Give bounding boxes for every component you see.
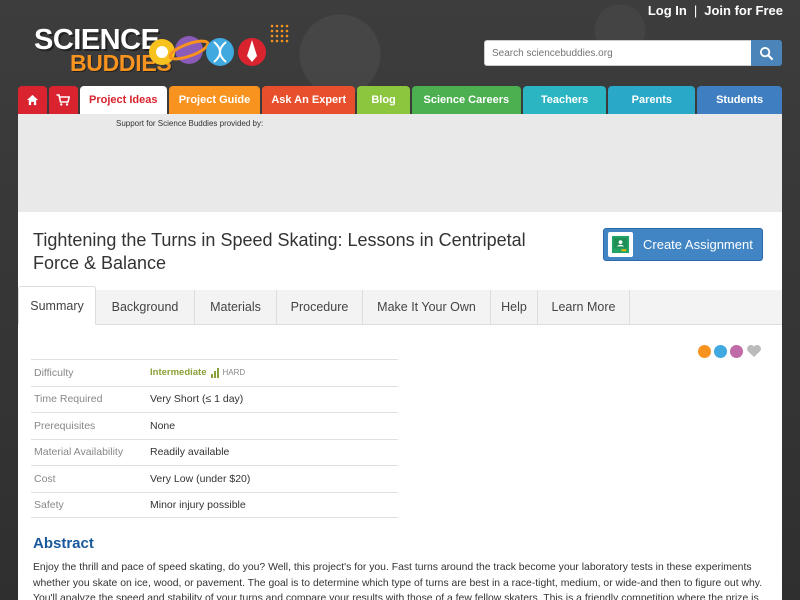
difficulty-value: Intermediate HARD [150, 367, 245, 378]
tab-make-it-your-own[interactable]: Make It Your Own [363, 290, 491, 324]
project-summary-table: Difficulty Intermediate HARD Time Requir… [31, 359, 398, 518]
create-assignment-label: Create Assignment [643, 237, 753, 252]
nav-science-careers[interactable]: Science Careers [411, 86, 521, 114]
safety-label: Safety [34, 498, 64, 511]
page-title: Tightening the Turns in Speed Skating: L… [33, 230, 526, 273]
table-row-difficulty: Difficulty Intermediate HARD [31, 359, 398, 386]
difficulty-level: Intermediate [150, 367, 207, 379]
sponsor-ad-area: Support for Science Buddies provided by: [18, 114, 782, 212]
nav-project-guide[interactable]: Project Guide [168, 86, 261, 114]
difficulty-hard: HARD [222, 368, 246, 378]
nav-blog[interactable]: Blog [357, 86, 410, 114]
search-input[interactable] [484, 40, 751, 66]
search-button[interactable] [751, 40, 782, 66]
table-row-cost: Cost Very Low (under $20) [31, 465, 398, 492]
google-classroom-icon [608, 232, 633, 257]
tab-help[interactable]: Help [491, 290, 538, 324]
science-buddies-logo[interactable]: SCIENCE BUDDIES [32, 22, 302, 80]
logo-science-icons [149, 24, 289, 66]
search-icon [759, 46, 774, 60]
project-tabs: Summary Background Materials Procedure M… [18, 286, 782, 325]
search-bar [484, 40, 782, 66]
tab-materials[interactable]: Materials [195, 290, 277, 324]
table-row-time-required: Time Required Very Short (≤ 1 day) [31, 385, 398, 413]
safety-value: Minor injury possible [150, 498, 246, 511]
material-availability-value: Readily available [150, 446, 230, 459]
prerequisites-label: Prerequisites [34, 419, 96, 432]
abstract-text: Enjoy the thrill and pace of speed skati… [33, 562, 763, 600]
time-required-value: Very Short (≤ 1 day) [150, 393, 244, 406]
nav-parents[interactable]: Parents [608, 86, 696, 114]
time-required-label: Time Required [34, 393, 103, 406]
nav-ask-an-expert[interactable]: Ask An Expert [262, 86, 356, 114]
auth-links: Log In | Join for Free [648, 3, 783, 18]
tab-background[interactable]: Background [96, 290, 195, 324]
table-row-prerequisites: Prerequisites None [31, 412, 398, 439]
cost-value: Very Low (under $20) [150, 472, 251, 485]
nav-students[interactable]: Students [697, 86, 782, 114]
share-icons [698, 344, 762, 358]
material-availability-label: Material Availability [34, 446, 124, 459]
email-icon[interactable] [730, 344, 743, 358]
prerequisites-value: None [150, 419, 176, 432]
abstract-heading: Abstract [33, 535, 94, 552]
login-link[interactable]: Log In [648, 3, 687, 18]
join-link[interactable]: Join for Free [704, 3, 783, 18]
nav-teachers[interactable]: Teachers [522, 86, 607, 114]
difficulty-label: Difficulty [34, 366, 74, 379]
print-icon[interactable] [714, 344, 727, 358]
cart-icon [56, 94, 71, 106]
auth-separator: | [693, 3, 698, 18]
table-row-material-availability: Material Availability Readily available [31, 438, 398, 466]
table-row-safety: Safety Minor injury possible [31, 491, 398, 518]
main-nav: Project Ideas Project Guide Ask An Exper… [18, 86, 782, 114]
favorite-heart-icon[interactable] [746, 344, 762, 358]
tab-learn-more[interactable]: Learn More [538, 290, 630, 324]
main-content: Tightening the Turns in Speed Skating: L… [18, 212, 782, 600]
sponsor-label: Support for Science Buddies provided by: [116, 119, 264, 128]
share-icon[interactable] [698, 344, 711, 358]
tab-procedure[interactable]: Procedure [277, 290, 363, 324]
top-bar: SCIENCE BUDDIES Log In | Join for Free [0, 0, 800, 88]
nav-home[interactable] [18, 86, 47, 114]
tab-summary[interactable]: Summary [18, 286, 96, 325]
cost-label: Cost [34, 472, 56, 485]
nav-project-ideas[interactable]: Project Ideas [79, 86, 167, 114]
home-icon [26, 94, 38, 106]
difficulty-bars-icon [210, 367, 219, 378]
nav-cart[interactable] [48, 86, 78, 114]
tabs-filler [630, 290, 782, 324]
create-assignment-button[interactable]: Create Assignment [603, 228, 763, 261]
